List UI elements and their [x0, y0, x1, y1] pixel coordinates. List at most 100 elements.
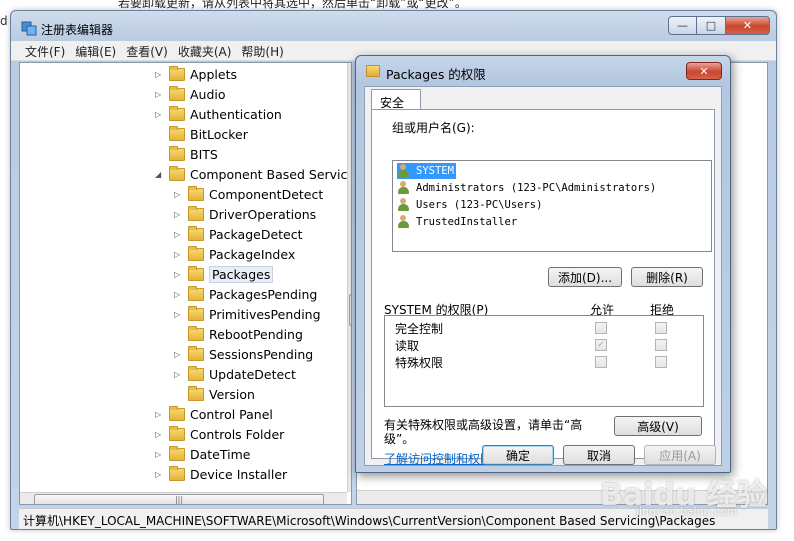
deny-checkbox[interactable] [655, 339, 667, 351]
tree-item[interactable]: ▷ Packages [174, 264, 274, 284]
permission-label: 读取 [395, 339, 420, 353]
expand-arrow-icon[interactable]: ▷ [174, 290, 184, 299]
tree-item-label: PrimitivesPending [209, 306, 321, 322]
folder-icon [188, 185, 204, 201]
tree-item[interactable]: ▷ DriverOperations [174, 204, 316, 224]
user-row[interactable]: TrustedInstaller [397, 214, 517, 230]
folder-icon [188, 345, 204, 361]
remove-button[interactable]: 删除(R) [631, 267, 703, 287]
user-row[interactable]: Administrators (123-PC\Administrators) [397, 180, 656, 196]
permission-label: 特殊权限 [395, 356, 444, 370]
expand-arrow-icon[interactable]: ▷ [174, 310, 184, 319]
menu-view[interactable]: 查看(V) [122, 41, 174, 60]
folder-icon [366, 65, 380, 77]
tree-item[interactable]: ▷ Applets [155, 64, 237, 84]
expand-arrow-icon[interactable]: ▷ [155, 470, 165, 479]
background-fragment: d [0, 14, 8, 28]
tree-item-label: DriverOperations [209, 206, 317, 222]
tree-item-label: Applets [190, 66, 237, 82]
tree-item[interactable]: ▷ PackagesPending [174, 284, 317, 304]
folder-icon [169, 85, 185, 101]
security-tab-panel: 组或用户名(G): SYSTEM Administrators (123-PC\… [371, 109, 715, 466]
cancel-button[interactable]: 取消 [563, 445, 635, 465]
expand-arrow-icon[interactable]: ▷ [155, 410, 165, 419]
tree-horizontal-scrollbar[interactable]: ||| [20, 492, 347, 504]
tree-item[interactable]: ▷ Controls Folder [155, 424, 284, 444]
expand-arrow-icon[interactable]: ▷ [174, 370, 184, 379]
tree-item[interactable]: ▷ Device Installer [155, 464, 287, 484]
expand-arrow-icon[interactable]: ▷ [155, 110, 165, 119]
dialog-close-button[interactable]: ✕ [686, 62, 722, 80]
registry-tree[interactable]: ▷ Applets ▷ Audio ▷ Authentication BitLocker BI… [19, 62, 352, 505]
tab-security[interactable]: 安全 [371, 89, 421, 110]
menu-edit[interactable]: 编辑(E) [71, 41, 122, 60]
tree-item[interactable]: ▷ ComponentDetect [174, 184, 323, 204]
regedit-app-icon [21, 21, 37, 36]
advanced-button[interactable]: 高级(V) [614, 416, 702, 436]
allow-checkbox[interactable]: ✓ [595, 339, 607, 351]
expand-arrow-icon[interactable]: ▷ [155, 450, 165, 459]
dialog-title: Packages 的权限 [386, 67, 486, 82]
expand-arrow-icon[interactable]: ▷ [155, 90, 165, 99]
folder-icon [169, 425, 185, 441]
tree-item-label: Control Panel [190, 406, 273, 422]
ok-button[interactable]: 确定 [482, 445, 554, 465]
folder-icon [188, 225, 204, 241]
folder-icon [169, 165, 185, 181]
expand-arrow-icon[interactable]: ▷ [174, 230, 184, 239]
tree-item[interactable]: ◢ Component Based Servicing [155, 164, 351, 184]
tree-item[interactable]: BITS [155, 144, 218, 164]
close-button[interactable]: ✕ [726, 16, 770, 35]
menu-help[interactable]: 帮助(H) [237, 41, 289, 60]
tree-item-label: DateTime [190, 446, 251, 462]
tree-item[interactable]: ▷ Audio [155, 84, 226, 104]
maximize-button[interactable]: □ [697, 16, 726, 35]
user-group-icon [397, 181, 413, 195]
allow-checkbox[interactable] [595, 356, 607, 368]
allow-checkbox[interactable] [595, 322, 607, 334]
scroll-thumb[interactable]: ||| [34, 494, 324, 504]
tree-item[interactable]: ▷ DateTime [155, 444, 250, 464]
folder-icon [188, 245, 204, 261]
expand-arrow-icon[interactable]: ▷ [174, 210, 184, 219]
folder-icon [169, 145, 185, 161]
user-group-icon [397, 215, 413, 229]
tree-item[interactable]: ▷ UpdateDetect [174, 364, 296, 384]
tree-item-label: Packages [209, 265, 274, 283]
tree-item[interactable]: ▷ PrimitivesPending [174, 304, 321, 324]
add-button[interactable]: 添加(D)... [548, 267, 622, 287]
tree-item-label: Version [209, 386, 255, 402]
expand-arrow-icon[interactable]: ▷ [174, 350, 184, 359]
deny-checkbox[interactable] [655, 322, 667, 334]
tree-item-label: BITS [190, 146, 218, 162]
expand-arrow-icon[interactable]: ▷ [174, 270, 184, 279]
tree-item[interactable]: ▷ Control Panel [155, 404, 273, 424]
title-bar[interactable]: 注册表编辑器 — □ ✕ [11, 11, 776, 41]
expand-arrow-icon[interactable]: ◢ [155, 170, 165, 179]
menu-file[interactable]: 文件(F) [21, 41, 71, 60]
tree-item[interactable]: ▷ SessionsPending [174, 344, 313, 364]
minimize-button[interactable]: — [668, 16, 697, 35]
tree-item[interactable]: ▷ PackageDetect [174, 224, 303, 244]
user-row[interactable]: SYSTEM [397, 163, 456, 179]
tree-item[interactable]: RebootPending [174, 324, 303, 344]
users-listbox[interactable]: SYSTEM Administrators (123-PC\Administra… [392, 160, 712, 252]
tree-item[interactable]: ▷ Authentication [155, 104, 282, 124]
expand-arrow-icon[interactable]: ▷ [155, 430, 165, 439]
menu-favorites[interactable]: 收藏夹(A) [174, 41, 238, 60]
tree-item[interactable]: BitLocker [155, 124, 248, 144]
expand-arrow-icon[interactable]: ▷ [174, 190, 184, 199]
tree-vertical-scrollbar[interactable] [347, 63, 351, 492]
tree-item[interactable]: Version [174, 384, 255, 404]
deny-checkbox[interactable] [655, 356, 667, 368]
expand-arrow-icon[interactable]: ▷ [155, 70, 165, 79]
expand-arrow-icon[interactable]: ▷ [174, 250, 184, 259]
user-row[interactable]: Users (123-PC\Users) [397, 197, 542, 213]
folder-icon [188, 285, 204, 301]
access-control-help-link[interactable]: 了解访问控制和权限 [384, 450, 492, 467]
tree-item[interactable]: ▷ PackageIndex [174, 244, 295, 264]
user-name: SYSTEM [416, 165, 454, 177]
scroll-thumb[interactable] [349, 294, 351, 326]
folder-icon [169, 105, 185, 121]
apply-button[interactable]: 应用(A) [644, 445, 716, 465]
